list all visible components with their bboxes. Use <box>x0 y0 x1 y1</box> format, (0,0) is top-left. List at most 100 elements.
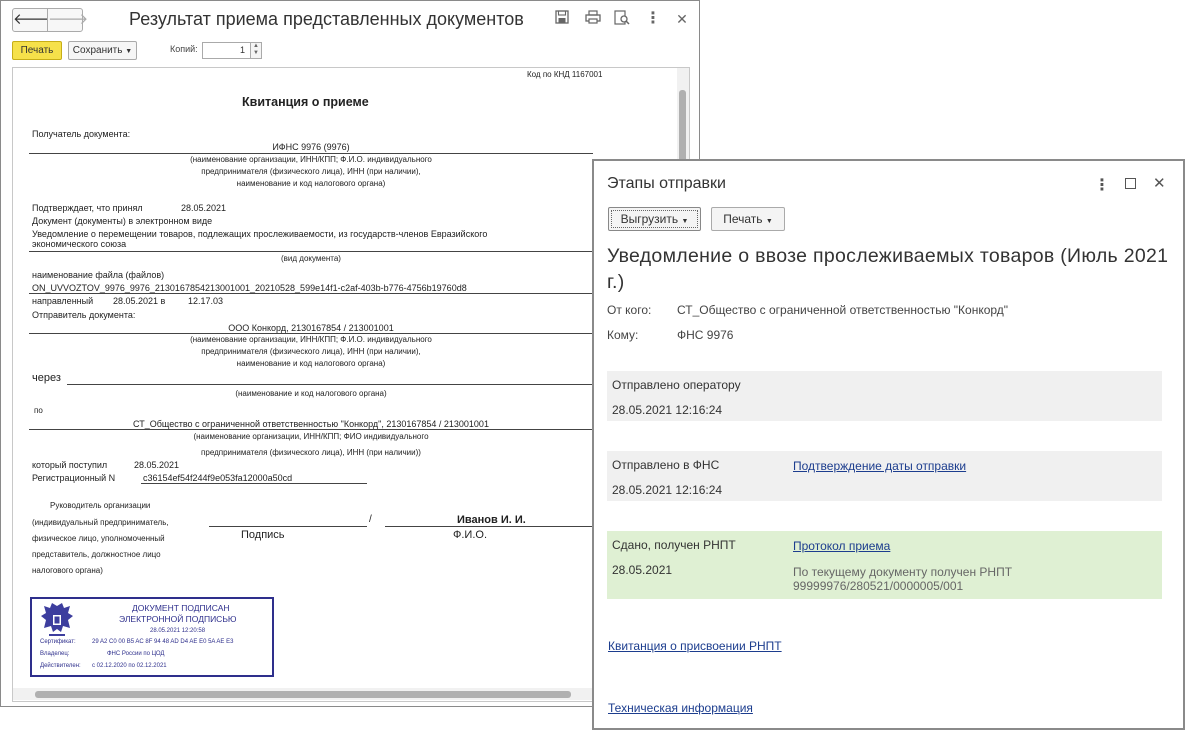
signature-line <box>209 526 367 527</box>
sent-time: 12.17.03 <box>188 296 224 306</box>
sender-note: (наименование организации, ИНН/КПП; Ф.И.… <box>190 335 432 344</box>
stamp-datetime: 28.05.2021 12:20:58 <box>150 628 206 634</box>
print-button[interactable]: Печать <box>12 41 62 60</box>
save-label: Сохранить <box>72 45 123 56</box>
stamp-valid-label: Действителен: <box>40 663 81 669</box>
stage-status: Отправлено в ФНС <box>612 458 720 472</box>
more-icon[interactable]: ⋮ <box>1094 175 1110 195</box>
head-caption: Руководитель организации <box>50 501 151 510</box>
receipt-heading: Квитанция о приеме <box>242 95 369 109</box>
name-line <box>385 526 593 527</box>
stamp-cert-value: 29 A2 C0 00 B5 AC 8F 94 48 AD D4 AE E0 5… <box>92 639 234 645</box>
horizontal-scroll-thumb[interactable] <box>35 691 571 698</box>
sender-label: Отправитель документа: <box>32 310 136 320</box>
document-viewer[interactable]: Код по КНД 1167001 Квитанция о приеме По… <box>12 67 690 702</box>
divider <box>29 333 593 334</box>
document-value: экономического союза <box>32 239 127 249</box>
confirm-date: 28.05.2021 <box>181 203 227 213</box>
back-button[interactable]: 🡐 <box>12 8 53 32</box>
signer-name: Иванов И. И. <box>457 514 526 526</box>
send-date-confirmation-link[interactable]: Подтверждение даты отправки <box>793 459 966 473</box>
stamp-valid-value: с 02.12.2020 по 02.12.2021 <box>92 663 167 669</box>
close-icon[interactable]: ✕ <box>1153 174 1166 192</box>
rnpt-receipt-link[interactable]: Квитанция о присвоении РНПТ <box>608 639 782 653</box>
file-label: наименование файла (файлов) <box>32 270 165 280</box>
confirm-label: Подтверждает, что принял <box>32 203 143 213</box>
slash: / <box>369 514 372 525</box>
divider <box>29 429 593 430</box>
maximize-icon[interactable] <box>1125 178 1136 189</box>
save-icon[interactable] <box>553 10 571 28</box>
divider <box>29 153 593 154</box>
head-caption: представитель, должностное лицо <box>32 550 161 559</box>
copies-input[interactable]: 1 <box>202 42 252 59</box>
copies-label: Копий: <box>170 44 198 54</box>
stage-row: Отправлено в ФНС 28.05.2021 12:16:24 Под… <box>607 451 1162 501</box>
knd-code: Код по КНД 1167001 <box>527 70 603 79</box>
stamp-owner-value: ФНС России по ЦОД <box>107 651 165 657</box>
chevron-down-icon[interactable]: ▼ <box>253 50 259 56</box>
file-value: ON_UVVOZTOV_9976_9976_213016785421300100… <box>32 283 467 293</box>
head-caption: (индивидуальный предприниматель, <box>32 518 169 527</box>
stamp-cert-label: Сертификат: <box>40 639 76 645</box>
stage-note: 99999976/280521/0000005/001 <box>793 579 964 593</box>
via-label: через <box>32 372 61 384</box>
head-caption: налогового органа) <box>32 566 103 575</box>
recipient-note: предпринимателя (физического лица), ИНН … <box>201 167 421 176</box>
forward-button[interactable]: 🡒 <box>47 8 88 32</box>
print-label: Печать <box>723 212 763 226</box>
recipient-note: наименование и код налогового органа) <box>236 179 386 188</box>
stage-status: Сдано, получен РНПТ <box>612 538 736 552</box>
emblem-icon <box>40 602 74 643</box>
received-date: 28.05.2021 <box>134 460 180 470</box>
arrow-right-icon: 🡒 <box>48 11 89 28</box>
fio-caption: Ф.И.О. <box>453 529 487 541</box>
sender-note: наименование и код налогового органа) <box>236 359 386 368</box>
window-title: Этапы отправки <box>607 175 726 192</box>
export-label: Выгрузить <box>620 212 679 226</box>
received-label: который поступил <box>32 460 108 470</box>
recipient-note: (наименование организации, ИНН/КПП; Ф.И.… <box>190 155 432 164</box>
sender-value: ООО Конкорд, 2130167854 / 213001001 <box>228 323 394 333</box>
document-kind-note: (вид документа) <box>281 254 341 263</box>
preview-icon[interactable] <box>613 10 631 28</box>
stage-datetime: 28.05.2021 12:16:24 <box>612 403 723 417</box>
chevron-up-icon[interactable]: ▲ <box>253 43 259 49</box>
print-button[interactable]: Печать ▼ <box>711 207 785 231</box>
stage-status: Отправлено оператору <box>612 378 741 392</box>
stage-datetime: 28.05.2021 <box>612 563 673 577</box>
from-label: От кого: <box>607 303 652 317</box>
more-icon[interactable]: ⋮ <box>644 10 662 28</box>
divider <box>29 293 593 294</box>
technical-info-link[interactable]: Техническая информация <box>608 701 753 715</box>
divider <box>29 251 593 252</box>
document-value: Уведомление о перемещении товаров, подле… <box>32 229 488 239</box>
sender-note: предпринимателя (физического лица), ИНН … <box>201 347 421 356</box>
stamp-owner-label: Владелец: <box>40 651 70 657</box>
stage-row: Отправлено оператору 28.05.2021 12:16:24 <box>607 371 1162 421</box>
document-title: Уведомление о ввозе прослеживаемых товар… <box>607 245 1169 293</box>
divider <box>67 384 593 385</box>
chevron-down-icon: ▼ <box>125 48 133 55</box>
head-caption: физическое лицо, уполномоченный <box>32 534 165 543</box>
po-note: предпринимателя (физического лица), ИНН … <box>201 448 421 457</box>
via-note: (наименование и код налогового органа) <box>235 389 387 398</box>
to-label: Кому: <box>607 328 639 342</box>
po-note: (наименование организации, ИНН/КПП; ФИО … <box>193 432 429 441</box>
reg-value: c36154ef54f244f9e053fa12000a50cd <box>143 473 293 483</box>
printer-icon[interactable] <box>584 10 602 28</box>
sent-label: направленный <box>32 296 94 306</box>
chevron-down-icon: ▼ <box>681 218 689 225</box>
document-label: Документ (документы) в электронном виде <box>32 216 213 226</box>
stamp-title: ДОКУМЕНТ ПОДПИСАН <box>132 603 230 613</box>
copies-stepper[interactable]: ▲ ▼ <box>250 42 262 59</box>
save-button[interactable]: Сохранить ▼ <box>68 41 137 60</box>
to-value: ФНС 9976 <box>677 328 734 342</box>
close-icon[interactable]: ✕ <box>673 10 691 28</box>
divider <box>141 483 367 484</box>
sign-caption: Подпись <box>241 529 285 541</box>
stage-row: Сдано, получен РНПТ 28.05.2021 Протокол … <box>607 531 1162 599</box>
stamp-title: ЭЛЕКТРОННОЙ ПОДПИСЬЮ <box>119 614 237 624</box>
acceptance-protocol-link[interactable]: Протокол приема <box>793 539 890 553</box>
export-button[interactable]: Выгрузить ▼ <box>608 207 701 231</box>
